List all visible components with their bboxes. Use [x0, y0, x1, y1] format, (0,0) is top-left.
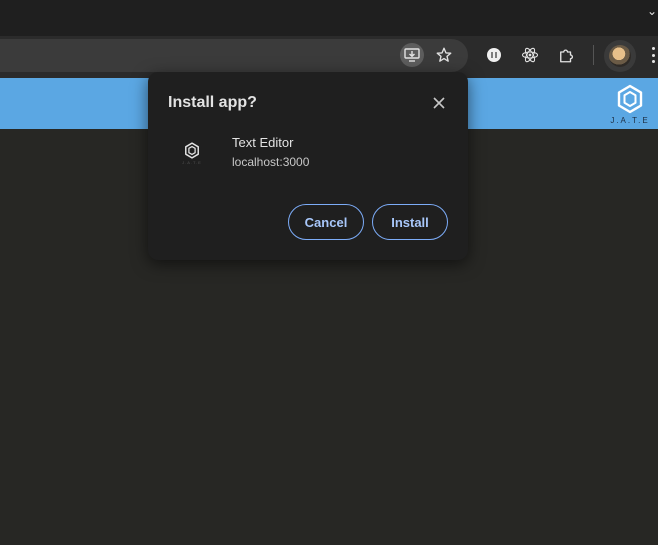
address-bar[interactable]	[0, 39, 468, 72]
app-icon-text: J.A.T.E	[182, 160, 202, 165]
app-origin: localhost:3000	[232, 155, 310, 169]
app-icon: J.A.T.E	[178, 142, 206, 170]
toolbar-divider	[593, 45, 594, 65]
install-button[interactable]: Install	[372, 204, 448, 240]
jate-app-icon	[185, 142, 199, 159]
avatar-photo	[609, 45, 631, 67]
app-logo: J.A.T.E	[604, 84, 656, 128]
extension-react-icon[interactable]	[517, 42, 543, 68]
extensions-puzzle-icon[interactable]	[553, 42, 579, 68]
app-name: Text Editor	[232, 135, 294, 150]
app-logo-text: J.A.T.E	[610, 116, 650, 125]
install-app-icon[interactable]	[400, 43, 424, 67]
tab-search-chevron-icon[interactable]: ⌄	[646, 4, 658, 18]
more-menu-icon[interactable]	[648, 44, 658, 66]
close-icon[interactable]	[430, 94, 448, 112]
cancel-button[interactable]: Cancel	[288, 204, 364, 240]
dialog-title: Install app?	[168, 94, 257, 111]
jate-logo-icon	[617, 84, 643, 114]
profile-avatar[interactable]	[604, 40, 636, 72]
bookmark-star-icon[interactable]	[432, 43, 456, 67]
install-app-dialog: Install app? J.A.T.E Text Editor localho…	[148, 72, 468, 260]
tab-strip: ⌄	[0, 0, 658, 36]
extension-ublock-icon[interactable]	[481, 42, 507, 68]
